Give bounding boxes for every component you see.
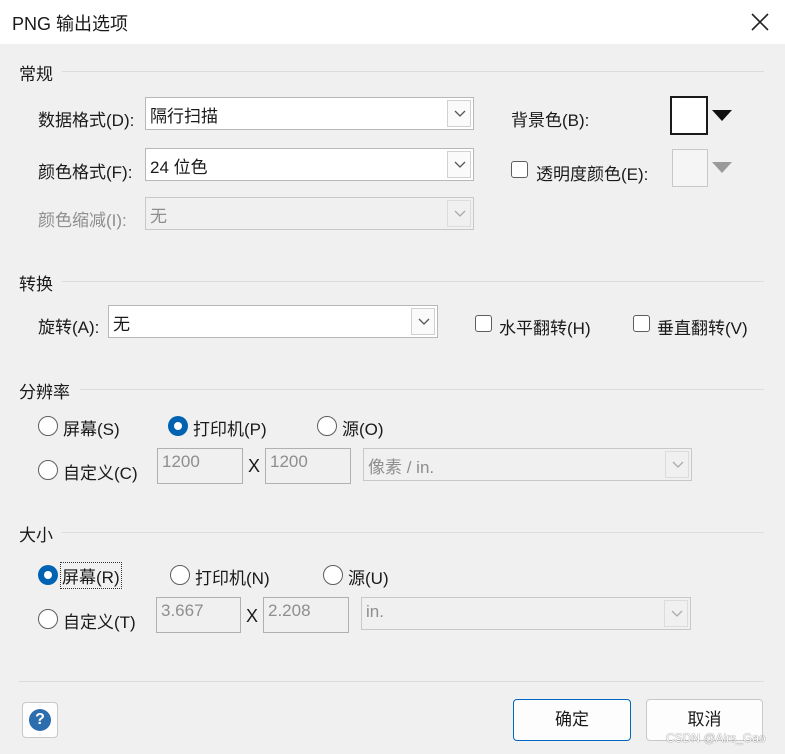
- dropdown-button[interactable]: [665, 451, 689, 478]
- chevron-down-icon: [454, 161, 466, 168]
- size-unit-select[interactable]: in.: [361, 597, 691, 630]
- size-height-input[interactable]: 2.208: [263, 597, 349, 633]
- color-format-value: 24 位色: [150, 158, 208, 177]
- background-color-picker[interactable]: [670, 96, 734, 135]
- resolution-screen-radio[interactable]: [38, 416, 58, 436]
- resolution-custom-radio[interactable]: [38, 460, 58, 480]
- data-format-select[interactable]: 隔行扫描: [145, 97, 474, 130]
- section-divider: [62, 71, 764, 72]
- background-color-label: 背景色(B):: [511, 111, 590, 130]
- section-size-title: 大小: [19, 526, 53, 545]
- color-reduction-label: 颜色缩减(I):: [38, 211, 127, 230]
- section-divider: [80, 389, 764, 390]
- question-mark-icon: ?: [29, 709, 51, 731]
- rotation-label: 旋转(A):: [38, 318, 100, 337]
- size-width-value: 3.667: [161, 601, 204, 620]
- color-format-select[interactable]: 24 位色: [145, 148, 474, 181]
- color-format-label: 颜色格式(F):: [38, 163, 133, 182]
- resolution-x-separator: X: [248, 456, 261, 476]
- size-x-separator: X: [246, 606, 259, 626]
- caret-down-icon: [712, 110, 732, 121]
- color-swatch: [672, 149, 708, 187]
- resolution-printer-radio[interactable]: [168, 416, 188, 436]
- help-button[interactable]: ?: [22, 702, 58, 738]
- resolution-screen-label: 屏幕(S): [63, 420, 120, 439]
- rotation-select[interactable]: 无: [108, 305, 438, 338]
- color-reduction-select[interactable]: 无: [145, 197, 474, 230]
- chevron-down-icon: [672, 461, 684, 468]
- flip-vertical-checkbox[interactable]: [633, 315, 650, 332]
- size-screen-label: 屏幕(R): [60, 562, 122, 589]
- watermark: CSDN @Airs_Gao: [666, 731, 766, 745]
- resolution-width-input[interactable]: 1200: [157, 448, 243, 484]
- close-button[interactable]: [744, 6, 776, 38]
- resolution-height-value: 1200: [270, 452, 308, 471]
- resolution-printer-label: 打印机(P): [193, 420, 267, 439]
- data-format-value: 隔行扫描: [150, 107, 218, 126]
- section-general-title: 常规: [19, 65, 53, 84]
- size-unit-value: in.: [366, 602, 384, 621]
- resolution-custom-label: 自定义(C): [63, 464, 138, 483]
- flip-vertical-label: 垂直翻转(V): [657, 319, 748, 338]
- transparency-color-picker[interactable]: [672, 149, 734, 187]
- chevron-down-icon: [671, 610, 683, 617]
- dropdown-button[interactable]: [447, 200, 471, 227]
- dropdown-button[interactable]: [664, 600, 688, 627]
- dropdown-button[interactable]: [447, 151, 471, 178]
- ok-button[interactable]: 确定: [513, 699, 631, 741]
- footer-divider: [19, 681, 764, 682]
- size-screen-radio[interactable]: [38, 565, 58, 585]
- size-custom-radio[interactable]: [38, 609, 58, 629]
- rotation-value: 无: [113, 315, 130, 334]
- window-title: PNG 输出选项: [12, 14, 129, 34]
- size-width-input[interactable]: 3.667: [156, 597, 241, 633]
- dropdown-button[interactable]: [447, 100, 471, 127]
- section-transform-title: 转换: [19, 275, 53, 294]
- dropdown-button[interactable]: [411, 308, 435, 335]
- flip-horizontal-label: 水平翻转(H): [499, 319, 591, 338]
- section-divider: [62, 532, 764, 533]
- size-source-radio[interactable]: [323, 565, 343, 585]
- resolution-source-radio[interactable]: [317, 416, 337, 436]
- section-resolution-title: 分辨率: [19, 383, 70, 402]
- transparency-checkbox[interactable]: [511, 161, 528, 178]
- color-reduction-value: 无: [150, 207, 167, 226]
- resolution-width-value: 1200: [162, 452, 200, 471]
- resolution-source-label: 源(O): [342, 420, 384, 439]
- chevron-down-icon: [454, 210, 466, 217]
- resolution-unit-select[interactable]: 像素 / in.: [363, 448, 692, 481]
- close-icon: [751, 13, 769, 31]
- data-format-label: 数据格式(D):: [38, 111, 135, 130]
- resolution-unit-value: 像素 / in.: [368, 458, 435, 477]
- flip-horizontal-checkbox[interactable]: [475, 315, 492, 332]
- size-custom-label: 自定义(T): [63, 613, 136, 632]
- size-height-value: 2.208: [268, 601, 311, 620]
- size-printer-label: 打印机(N): [195, 569, 270, 588]
- chevron-down-icon: [418, 318, 430, 325]
- chevron-down-icon: [454, 110, 466, 117]
- caret-down-icon: [712, 162, 732, 173]
- color-swatch: [670, 96, 708, 135]
- section-divider: [62, 281, 764, 282]
- transparency-label: 透明度颜色(E):: [536, 165, 649, 184]
- size-source-label: 源(U): [348, 569, 389, 588]
- resolution-height-input[interactable]: 1200: [265, 448, 351, 484]
- size-printer-radio[interactable]: [170, 565, 190, 585]
